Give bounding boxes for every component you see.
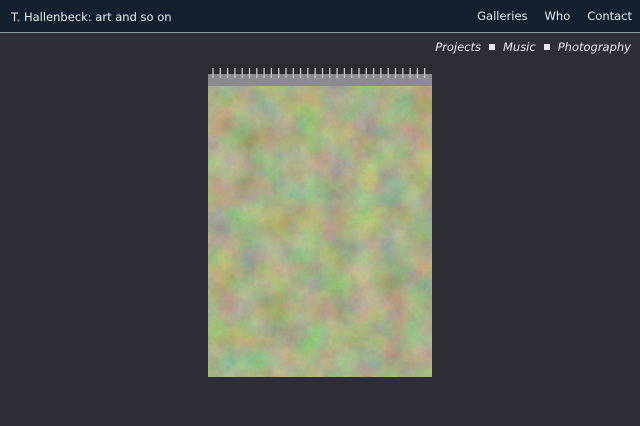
separator-square <box>543 44 550 50</box>
nav-who-link[interactable]: Who <box>545 9 571 23</box>
nav-contact-link[interactable]: Contact <box>587 9 632 23</box>
nav-galleries-link[interactable]: Galleries <box>477 9 527 23</box>
separator-square <box>488 44 495 50</box>
main-nav: Galleries Who Contact <box>477 9 632 23</box>
sub-nav: Projects Music Photography <box>435 40 631 54</box>
site-header: T. Hallenbeck: art and so on Galleries W… <box>0 0 640 33</box>
subnav-music-link[interactable]: Music <box>503 40 536 54</box>
subnav-projects-link[interactable]: Projects <box>435 40 481 54</box>
artwork-image[interactable] <box>208 64 432 377</box>
sketchbook-painting <box>208 64 432 377</box>
site-title[interactable]: T. Hallenbeck: art and so on <box>11 10 172 24</box>
subnav-photography-link[interactable]: Photography <box>558 40 631 54</box>
